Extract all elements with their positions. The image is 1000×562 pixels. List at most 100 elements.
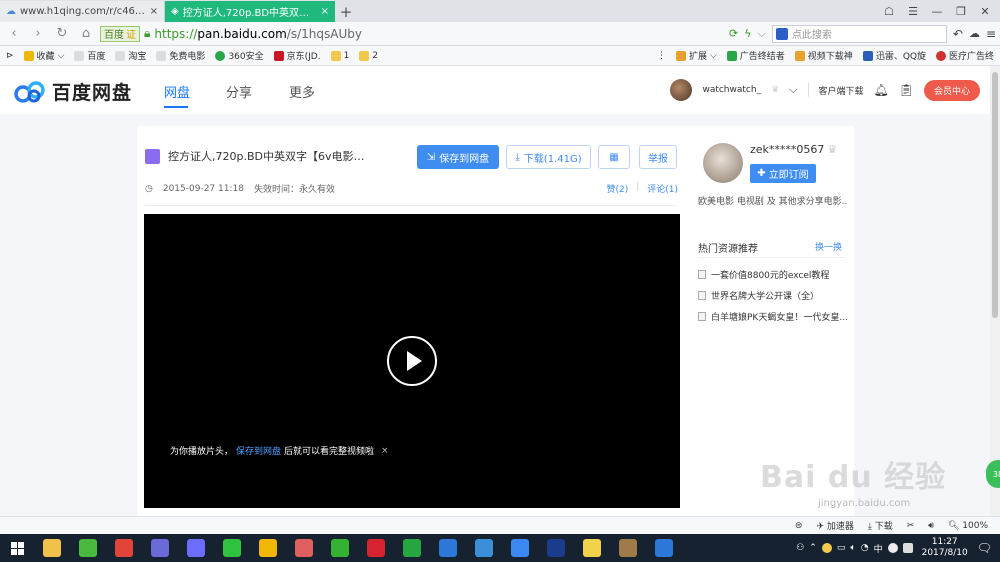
download-button[interactable]: ⤓ 下载(1.41G) bbox=[506, 145, 591, 169]
tab-baidu-pan[interactable]: ◈ 控方证人,720p.BD中英双字【6v × bbox=[165, 1, 335, 22]
play-button[interactable] bbox=[387, 336, 437, 386]
show-hidden-icon[interactable]: ⌃ bbox=[809, 543, 817, 553]
network-icon[interactable]: ◔ bbox=[861, 543, 869, 553]
report-button[interactable]: 举报 bbox=[639, 145, 677, 169]
hot-resource-item[interactable]: 一套价值8800元的excel教程 bbox=[698, 268, 848, 281]
people-icon[interactable]: ⚇ bbox=[796, 543, 804, 553]
owner-name[interactable]: zek*****0567 ♛ bbox=[750, 143, 837, 156]
video-player[interactable]: 为你播放片头， 保存到网盘 后就可以看完整视频啦 × bbox=[144, 214, 680, 508]
taskbar-app-iqiyi[interactable] bbox=[322, 534, 358, 562]
lightning-icon[interactable]: ϟ bbox=[744, 27, 751, 40]
page-scrollbar[interactable] bbox=[990, 66, 1000, 516]
client-download-link[interactable]: 客户端下载 bbox=[819, 84, 864, 97]
nav-netdisk[interactable]: 网盘 bbox=[164, 82, 190, 101]
vip-center-button[interactable]: 会员中心 bbox=[923, 79, 980, 101]
nav-share[interactable]: 分享 bbox=[226, 82, 252, 101]
hot-resource-item[interactable]: 世界名牌大学公开课（全） bbox=[698, 289, 848, 302]
accelerator-button[interactable]: ✈ 加速器 bbox=[816, 519, 853, 532]
taskbar-app-w-app[interactable] bbox=[430, 534, 466, 562]
taskbar-app-baidu-netdisk[interactable] bbox=[502, 534, 538, 562]
status-icon[interactable]: ⊜ bbox=[795, 521, 803, 531]
speaker-icon[interactable]: 🔊︎ bbox=[928, 521, 934, 531]
taskbar-app-green-app[interactable] bbox=[70, 534, 106, 562]
screenshot-icon[interactable]: ✂ bbox=[907, 521, 915, 531]
search-input[interactable]: 点此搜索 bbox=[771, 24, 947, 43]
taskbar-app-file-explorer[interactable] bbox=[34, 534, 70, 562]
close-tab-icon[interactable]: × bbox=[321, 6, 329, 17]
taskbar-app-box-app[interactable] bbox=[610, 534, 646, 562]
extension-video-download[interactable]: 视频下载神 bbox=[794, 49, 853, 62]
extension-medical-ad[interactable]: 医疗广告终 bbox=[935, 49, 994, 62]
download-status-button[interactable]: ⤓ 下载 bbox=[868, 519, 893, 532]
shirt-icon[interactable]: ☖ bbox=[878, 5, 900, 18]
like-link[interactable]: 赞(2) bbox=[606, 182, 628, 195]
taskbar-app-infinity-app[interactable] bbox=[178, 534, 214, 562]
floating-badge[interactable]: 38 bbox=[986, 460, 1000, 488]
notice-save-link[interactable]: 保存到网盘 bbox=[236, 444, 281, 457]
reload-icon[interactable]: ↻ bbox=[52, 26, 72, 41]
forward-icon[interactable]: › bbox=[28, 26, 48, 41]
taskbar-app-bird-app[interactable] bbox=[466, 534, 502, 562]
close-tab-icon[interactable]: × bbox=[150, 6, 158, 17]
taskbar-app-qq[interactable] bbox=[250, 534, 286, 562]
tray-app-icon[interactable] bbox=[902, 543, 913, 553]
taskbar-app-wps[interactable] bbox=[646, 534, 682, 562]
more-icon[interactable]: ⋮ bbox=[657, 51, 666, 61]
owner-avatar[interactable] bbox=[703, 143, 743, 183]
taskbar-app-wechat[interactable] bbox=[214, 534, 250, 562]
extension-thunder[interactable]: 迅雷、QQ旋 bbox=[862, 49, 926, 62]
notifications-icon[interactable]: 🗨︎ bbox=[977, 541, 992, 555]
start-button[interactable] bbox=[0, 534, 34, 562]
refresh-fast-icon[interactable]: ⟳ bbox=[729, 27, 738, 40]
close-notice-icon[interactable]: × bbox=[381, 446, 389, 456]
taskbar-app-photoshop[interactable] bbox=[538, 534, 574, 562]
save-to-netdisk-button[interactable]: ⇲ 保存到网盘 bbox=[417, 145, 499, 169]
comment-link[interactable]: 评论(1) bbox=[647, 182, 678, 195]
volume-icon[interactable]: 🔈︎ bbox=[850, 543, 855, 553]
taskbar-app-sticky-notes[interactable] bbox=[574, 534, 610, 562]
dropdown-icon[interactable]: ⌵ bbox=[758, 27, 766, 41]
avatar[interactable] bbox=[670, 79, 693, 101]
home-icon[interactable]: ⌂ bbox=[76, 26, 96, 41]
extension-adblock[interactable]: 广告终结者 bbox=[726, 49, 785, 62]
tray-app-icon[interactable] bbox=[887, 543, 898, 553]
close-window-icon[interactable]: ✕ bbox=[974, 5, 996, 18]
bookmark-folder-2[interactable]: 2 bbox=[359, 50, 378, 61]
taskbar-app-media-app[interactable] bbox=[142, 534, 178, 562]
bell-icon[interactable]: 🔔︎ bbox=[874, 83, 889, 97]
qr-code-button[interactable]: ▦ bbox=[598, 145, 630, 169]
bookmark-taobao[interactable]: 淘宝 bbox=[115, 49, 146, 62]
clipboard-icon[interactable]: 📋︎ bbox=[899, 83, 914, 97]
taskbar-clock[interactable]: 11:27 2017/8/10 bbox=[922, 537, 968, 559]
battery-icon[interactable]: ▭ bbox=[837, 543, 846, 553]
cloud-sync-icon[interactable]: ☁ bbox=[969, 27, 980, 40]
taskbar-app-qq-browser[interactable] bbox=[286, 534, 322, 562]
minimize-icon[interactable]: — bbox=[926, 5, 948, 18]
url-field[interactable]: 🔒︎ https://pan.baidu.com/s/1hqsAUby bbox=[144, 25, 662, 43]
site-identity-badge[interactable]: 百度 证 bbox=[100, 25, 140, 42]
sidebar-toggle-icon[interactable]: ⊳ bbox=[6, 51, 14, 61]
tab-h1qing[interactable]: ☁ www.h1qing.com/r/c4622a8ad × bbox=[0, 1, 165, 22]
zoom-control[interactable]: 🔍︎ 100% bbox=[948, 521, 988, 531]
chevron-down-icon[interactable]: ⌵ bbox=[789, 83, 797, 97]
baidu-netdisk-logo[interactable]: 百度网盘 bbox=[14, 78, 132, 105]
bookmark-free-movie[interactable]: 免费电影 bbox=[156, 49, 205, 62]
hot-resource-item[interactable]: 白羊塘娘PK天蝎女皇！一代女皇... bbox=[698, 310, 848, 323]
extension-menu[interactable]: 扩展 ⌵ bbox=[675, 49, 717, 62]
new-tab-button[interactable]: + bbox=[335, 1, 357, 22]
scrollbar-thumb[interactable] bbox=[992, 72, 998, 318]
menu-icon[interactable]: ☰ bbox=[902, 5, 924, 18]
bookmark-favorites[interactable]: 收藏 ⌵ bbox=[23, 49, 64, 62]
bookmark-360[interactable]: 360安全 bbox=[215, 49, 264, 62]
refresh-hot-link[interactable]: 换一换 bbox=[815, 240, 842, 253]
subscribe-button[interactable]: ✚ 立即订阅 bbox=[750, 164, 816, 183]
taskbar-app-chrome[interactable] bbox=[106, 534, 142, 562]
undo-icon[interactable]: ↶ bbox=[953, 27, 963, 41]
nav-more[interactable]: 更多 bbox=[289, 82, 315, 101]
back-icon[interactable]: ‹ bbox=[4, 26, 24, 41]
taskbar-app-s-app[interactable] bbox=[394, 534, 430, 562]
restore-icon[interactable]: ❐ bbox=[950, 5, 972, 18]
bookmark-jd[interactable]: 京东(JD. bbox=[273, 49, 321, 62]
username[interactable]: watchwatch_ bbox=[702, 85, 761, 95]
taskbar-app-youdao[interactable] bbox=[358, 534, 394, 562]
